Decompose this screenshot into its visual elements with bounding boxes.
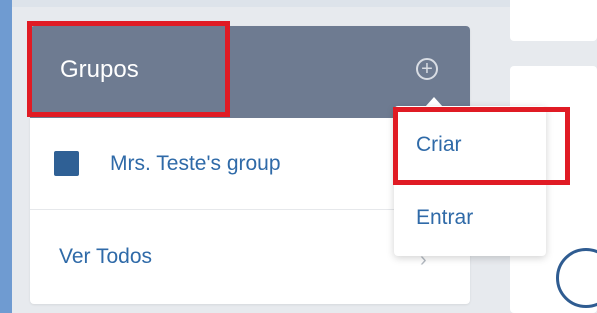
menu-item-join[interactable]: Entrar [394,182,546,254]
window-edge [0,0,12,313]
plus-circle-icon[interactable]: + [416,58,438,80]
highlight-box [393,107,570,185]
group-name[interactable]: Mrs. Teste's group [110,152,281,176]
menu-item-label: Entrar [416,206,474,229]
view-all-label[interactable]: Ver Todos [59,245,152,269]
group-color-swatch [54,151,79,176]
background-card [510,0,597,41]
highlight-box [27,21,230,117]
